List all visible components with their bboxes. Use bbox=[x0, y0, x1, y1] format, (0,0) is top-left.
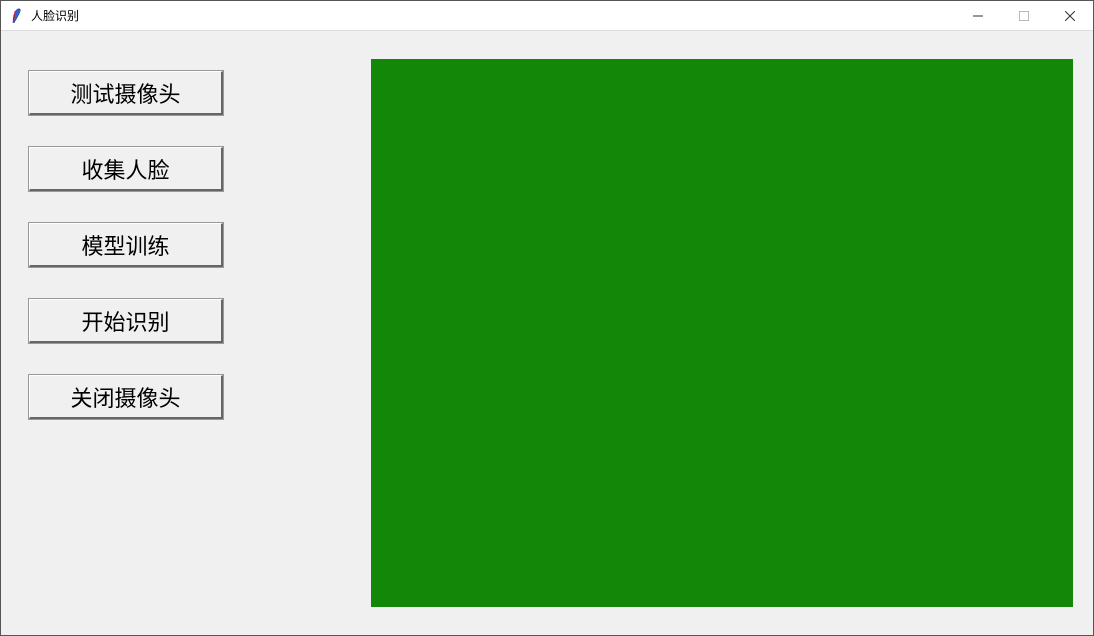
collect-face-button[interactable]: 收集人脸 bbox=[29, 147, 223, 191]
content-area: 测试摄像头 收集人脸 模型训练 开始识别 关闭摄像头 bbox=[1, 31, 1093, 635]
close-camera-button[interactable]: 关闭摄像头 bbox=[29, 375, 223, 419]
close-button[interactable] bbox=[1047, 1, 1093, 30]
start-recognition-button[interactable]: 开始识别 bbox=[29, 299, 223, 343]
app-window: 人脸识别 测试摄像头 收集人脸 模型训练 开始识别 关闭摄像头 bbox=[0, 0, 1094, 636]
tk-feather-icon bbox=[9, 8, 25, 24]
video-display-pane bbox=[371, 59, 1073, 607]
maximize-button[interactable] bbox=[1001, 1, 1047, 30]
window-controls bbox=[955, 1, 1093, 30]
button-panel: 测试摄像头 收集人脸 模型训练 开始识别 关闭摄像头 bbox=[29, 71, 223, 419]
titlebar: 人脸识别 bbox=[1, 1, 1093, 31]
minimize-button[interactable] bbox=[955, 1, 1001, 30]
train-model-button[interactable]: 模型训练 bbox=[29, 223, 223, 267]
window-title: 人脸识别 bbox=[31, 7, 955, 24]
test-camera-button[interactable]: 测试摄像头 bbox=[29, 71, 223, 115]
